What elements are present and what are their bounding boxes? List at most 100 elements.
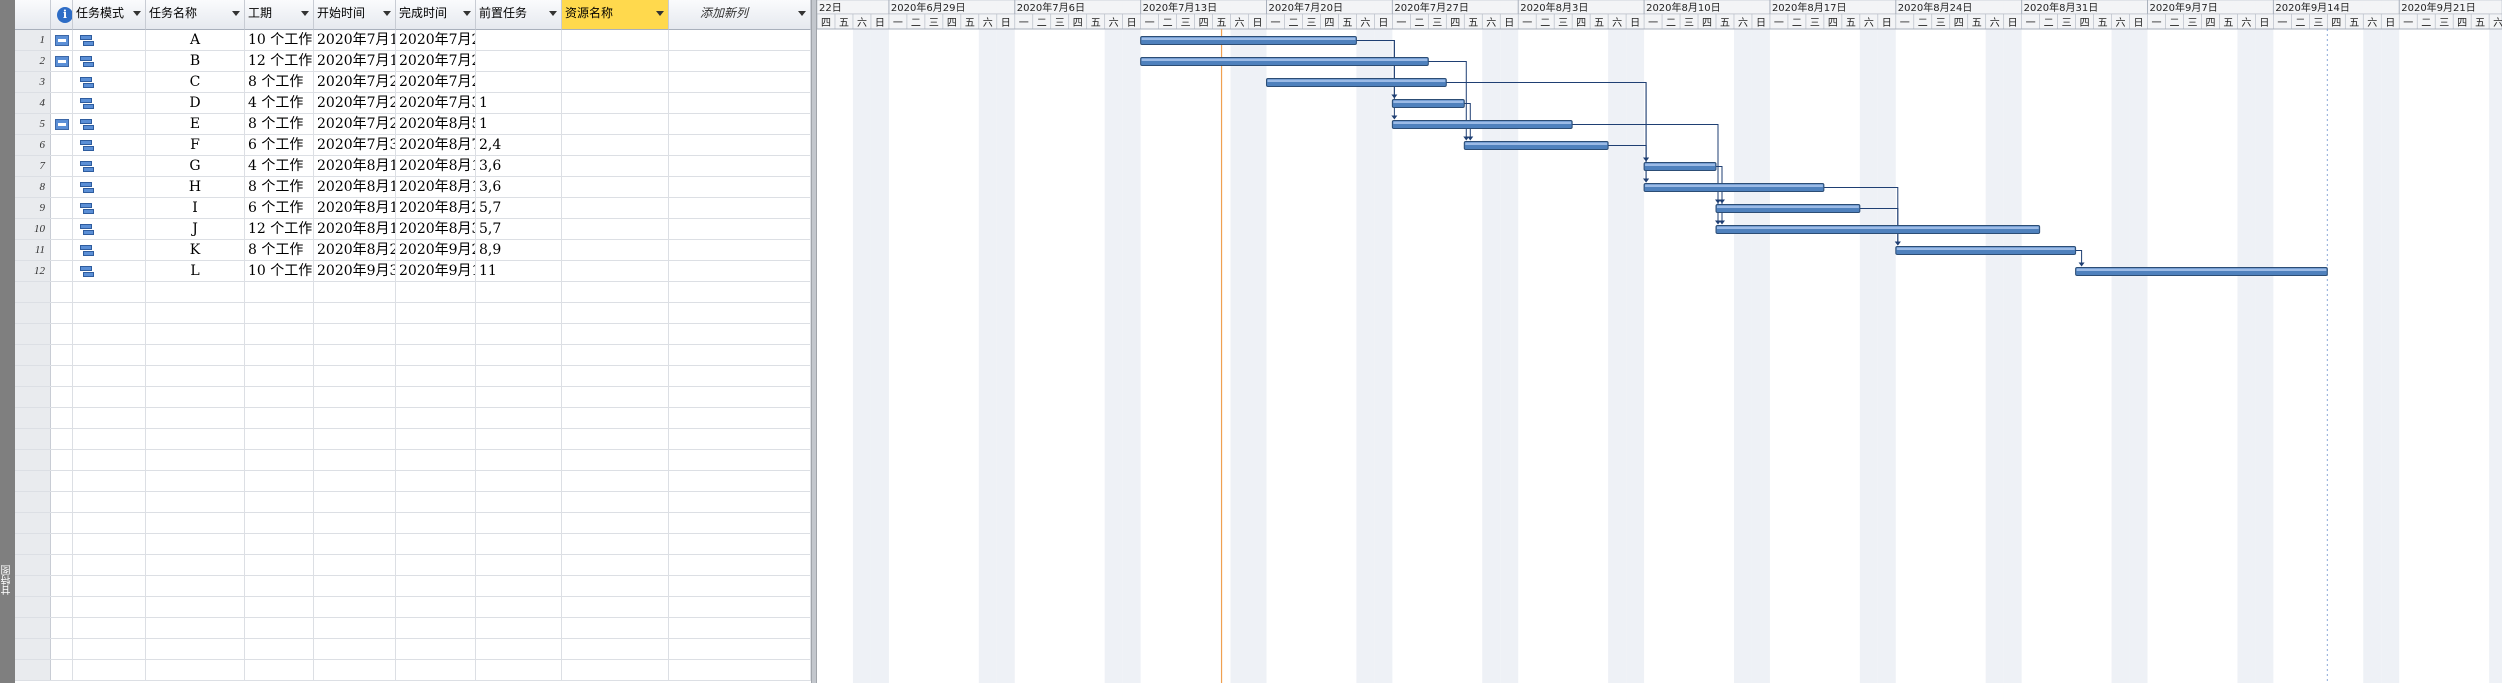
start-cell[interactable]: 2020年8月1 [314,198,396,218]
predecessors-cell[interactable] [476,282,562,302]
select-all-corner[interactable] [15,0,51,30]
predecessors-cell[interactable] [476,492,562,512]
finish-cell[interactable] [396,471,476,491]
task-mode-cell[interactable] [73,156,146,176]
empty-row[interactable] [15,408,811,429]
predecessors-cell[interactable] [476,429,562,449]
dropdown-arrow-icon[interactable] [383,11,391,16]
empty-row[interactable] [15,471,811,492]
resource-cell[interactable] [562,51,669,71]
empty-row[interactable] [15,660,811,681]
task-name-cell[interactable] [146,366,245,386]
header-finish[interactable]: 完成时间 [396,0,476,30]
indicator-cell[interactable] [51,492,73,512]
task-name-cell[interactable] [146,429,245,449]
add-column-cell[interactable] [669,471,811,491]
task-mode-cell[interactable] [73,51,146,71]
resource-cell[interactable] [562,513,669,533]
finish-cell[interactable] [396,366,476,386]
duration-cell[interactable]: 4 个工作 [245,156,314,176]
add-column-cell[interactable] [669,261,811,281]
duration-cell[interactable] [245,534,314,554]
indicator-cell[interactable] [51,177,73,197]
add-column-cell[interactable] [669,492,811,512]
dropdown-arrow-icon[interactable] [301,11,309,16]
task-mode-cell[interactable] [73,177,146,197]
task-name-cell[interactable]: A [146,30,245,50]
task-row[interactable]: 11 K 8 个工作 2020年8月2 2020年9月2 8,9 [15,240,811,261]
add-column-cell[interactable] [669,51,811,71]
resource-cell[interactable] [562,282,669,302]
start-cell[interactable] [314,303,396,323]
predecessors-cell[interactable] [476,51,562,71]
indicator-cell[interactable] [51,324,73,344]
duration-cell[interactable] [245,324,314,344]
indicator-cell[interactable] [51,471,73,491]
resource-cell[interactable] [562,240,669,260]
add-column-cell[interactable] [669,177,811,197]
duration-cell[interactable] [245,639,314,659]
duration-cell[interactable] [245,513,314,533]
resource-cell[interactable] [562,114,669,134]
start-cell[interactable] [314,534,396,554]
task-mode-cell[interactable] [73,660,146,680]
resource-cell[interactable] [562,30,669,50]
start-cell[interactable] [314,471,396,491]
start-cell[interactable] [314,639,396,659]
task-note-indicator-icon[interactable] [54,56,69,67]
indicator-cell[interactable] [51,534,73,554]
start-cell[interactable] [314,513,396,533]
duration-cell[interactable]: 12 个工作 [245,219,314,239]
task-name-cell[interactable]: H [146,177,245,197]
indicator-cell[interactable] [51,450,73,470]
duration-cell[interactable] [245,303,314,323]
finish-cell[interactable] [396,282,476,302]
dropdown-arrow-icon[interactable] [798,11,806,16]
finish-cell[interactable] [396,429,476,449]
task-name-cell[interactable] [146,471,245,491]
task-mode-cell[interactable] [73,72,146,92]
finish-cell[interactable] [396,597,476,617]
gantt-chart[interactable]: 22日 2020年6月29日 2020年7月6日 2020年7月13日 2020年7月2… [817,0,2502,683]
empty-row[interactable] [15,513,811,534]
predecessors-cell[interactable] [476,618,562,638]
resource-cell[interactable] [562,177,669,197]
indicator-cell[interactable] [51,429,73,449]
finish-cell[interactable]: 2020年8月2 [396,198,476,218]
add-column-cell[interactable] [669,639,811,659]
task-mode-cell[interactable] [73,114,146,134]
empty-row[interactable] [15,282,811,303]
resource-cell[interactable] [562,72,669,92]
empty-row[interactable] [15,324,811,345]
add-column-cell[interactable] [669,93,811,113]
indicator-cell[interactable] [51,198,73,218]
task-sheet[interactable]: i 任务模式 任务名称 工期 开始时间 完成时间 前置任务 资源名称 添加新列 … [15,0,811,683]
empty-row[interactable] [15,366,811,387]
start-cell[interactable] [314,618,396,638]
finish-cell[interactable] [396,345,476,365]
predecessors-cell[interactable]: 2,4 [476,135,562,155]
indicator-cell[interactable] [51,30,73,50]
add-column-cell[interactable] [669,345,811,365]
dropdown-arrow-icon[interactable] [232,11,240,16]
finish-cell[interactable]: 2020年7月3 [396,93,476,113]
task-row[interactable]: 7G4 个工作 2020年8月1 2020年8月1 3,6 [15,156,811,177]
predecessors-cell[interactable] [476,408,562,428]
task-name-cell[interactable]: K [146,240,245,260]
predecessors-cell[interactable] [476,366,562,386]
predecessors-cell[interactable] [476,387,562,407]
task-mode-cell[interactable] [73,198,146,218]
dropdown-arrow-icon[interactable] [133,11,141,16]
indicator-cell[interactable] [51,72,73,92]
predecessors-cell[interactable]: 5,7 [476,219,562,239]
duration-cell[interactable] [245,471,314,491]
task-name-cell[interactable] [146,408,245,428]
empty-row[interactable] [15,639,811,660]
task-row[interactable]: 8H8 个工作 2020年8月1 2020年8月1 3,6 [15,177,811,198]
empty-row[interactable] [15,303,811,324]
indicator-cell[interactable] [51,114,73,134]
duration-cell[interactable] [245,366,314,386]
empty-row[interactable] [15,618,811,639]
predecessors-cell[interactable] [476,450,562,470]
empty-row[interactable] [15,597,811,618]
